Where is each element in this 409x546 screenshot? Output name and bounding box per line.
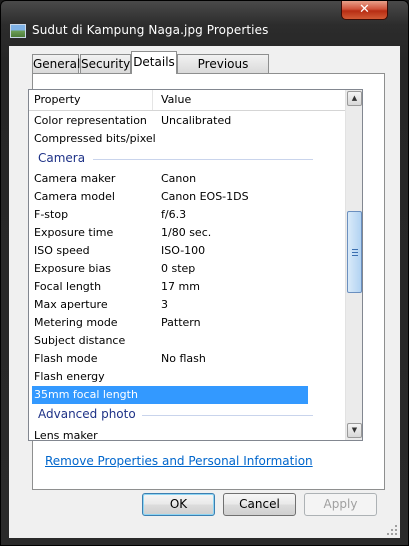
property-name: F-stop: [34, 208, 69, 221]
property-name: Metering mode: [34, 316, 118, 329]
list-item[interactable]: Flash energy: [29, 368, 345, 386]
list-item[interactable]: ISO speed ISO-100: [29, 242, 345, 260]
property-value: Uncalibrated: [161, 114, 232, 127]
list-item[interactable]: Camera maker Canon: [29, 170, 345, 188]
property-name: Lens maker: [34, 429, 98, 441]
list-item[interactable]: Color representation Uncalibrated: [29, 112, 345, 130]
list-item[interactable]: Lens maker: [29, 427, 345, 441]
scrollbar-thumb[interactable]: [347, 211, 362, 293]
property-value: Pattern: [161, 316, 201, 329]
apply-button[interactable]: Apply: [304, 493, 377, 516]
property-name: Flash energy: [34, 370, 105, 383]
window-title: Sudut di Kampung Naga.jpg Properties: [32, 23, 269, 37]
property-name: 35mm focal length: [34, 388, 138, 401]
list-item[interactable]: Exposure time 1/80 sec.: [29, 224, 345, 242]
remove-properties-link[interactable]: Remove Properties and Personal Informati…: [45, 454, 313, 468]
list-header: Property Value: [29, 90, 345, 111]
property-name: Camera maker: [34, 172, 116, 185]
dialog-client-area: General Security Details Previous Versio…: [9, 46, 400, 538]
scroll-up-arrow-icon[interactable]: ▲: [347, 91, 362, 106]
close-button[interactable]: ✕: [341, 1, 388, 20]
tab-general[interactable]: General: [32, 54, 80, 73]
list-item[interactable]: Focal length 17 mm: [29, 278, 345, 296]
list-item[interactable]: Camera model Canon EOS-1DS: [29, 188, 345, 206]
column-header-property[interactable]: Property: [34, 93, 81, 106]
resize-grip-icon[interactable]: [386, 524, 398, 536]
property-value: No flash: [161, 352, 206, 365]
list-item[interactable]: Exposure bias 0 step: [29, 260, 345, 278]
tab-details[interactable]: Details: [131, 51, 177, 74]
thumb-grip-icon: [352, 249, 358, 250]
property-value: 17 mm: [161, 280, 200, 293]
group-divider: [93, 159, 313, 160]
thumb-grip-icon: [352, 252, 358, 253]
property-name: Camera model: [34, 190, 115, 203]
tab-previous-versions[interactable]: Previous Versions: [177, 54, 269, 89]
property-name: Subject distance: [34, 334, 126, 347]
scroll-down-arrow-icon[interactable]: ▼: [347, 423, 362, 438]
details-list[interactable]: Property Value Color representation Unca…: [28, 89, 363, 441]
property-value: 0 step: [161, 262, 196, 275]
property-name: Max aperture: [34, 298, 108, 311]
property-value: 1/80 sec.: [161, 226, 212, 239]
list-item[interactable]: Metering mode Pattern: [29, 314, 345, 332]
property-name: Color representation: [34, 114, 147, 127]
column-header-value[interactable]: Value: [161, 93, 191, 106]
property-value: ISO-100: [161, 244, 206, 257]
column-divider[interactable]: [152, 90, 153, 110]
property-name: Exposure time: [34, 226, 114, 239]
property-name: Compressed bits/pixel: [34, 132, 156, 145]
cancel-button[interactable]: Cancel: [223, 493, 296, 516]
properties-window: Sudut di Kampung Naga.jpg Properties ✕ G…: [0, 0, 409, 546]
property-name: ISO speed: [34, 244, 90, 257]
list-item[interactable]: Flash mode No flash: [29, 350, 345, 368]
tab-security[interactable]: Security: [80, 54, 131, 73]
group-divider: [142, 415, 313, 416]
thumb-grip-icon: [352, 255, 358, 256]
property-name: Exposure bias: [34, 262, 111, 275]
property-value: Canon EOS-1DS: [161, 190, 249, 203]
ok-button[interactable]: OK: [142, 493, 215, 516]
property-value: Canon: [161, 172, 197, 185]
list-item[interactable]: F-stop f/6.3: [29, 206, 345, 224]
property-name: Flash mode: [34, 352, 98, 365]
list-item-selected[interactable]: 35mm focal length: [32, 386, 308, 404]
list-item[interactable]: Subject distance: [29, 332, 345, 350]
image-file-icon: [10, 24, 26, 38]
list-item[interactable]: Compressed bits/pixel: [29, 130, 345, 148]
property-name: Focal length: [34, 280, 102, 293]
list-item[interactable]: Max aperture 3: [29, 296, 345, 314]
property-value: f/6.3: [161, 208, 187, 221]
property-value: 3: [161, 298, 168, 311]
group-header-camera[interactable]: Camera: [38, 151, 85, 165]
group-header-advanced-photo[interactable]: Advanced photo: [38, 407, 136, 421]
vertical-scrollbar[interactable]: ▲ ▼: [345, 90, 362, 440]
